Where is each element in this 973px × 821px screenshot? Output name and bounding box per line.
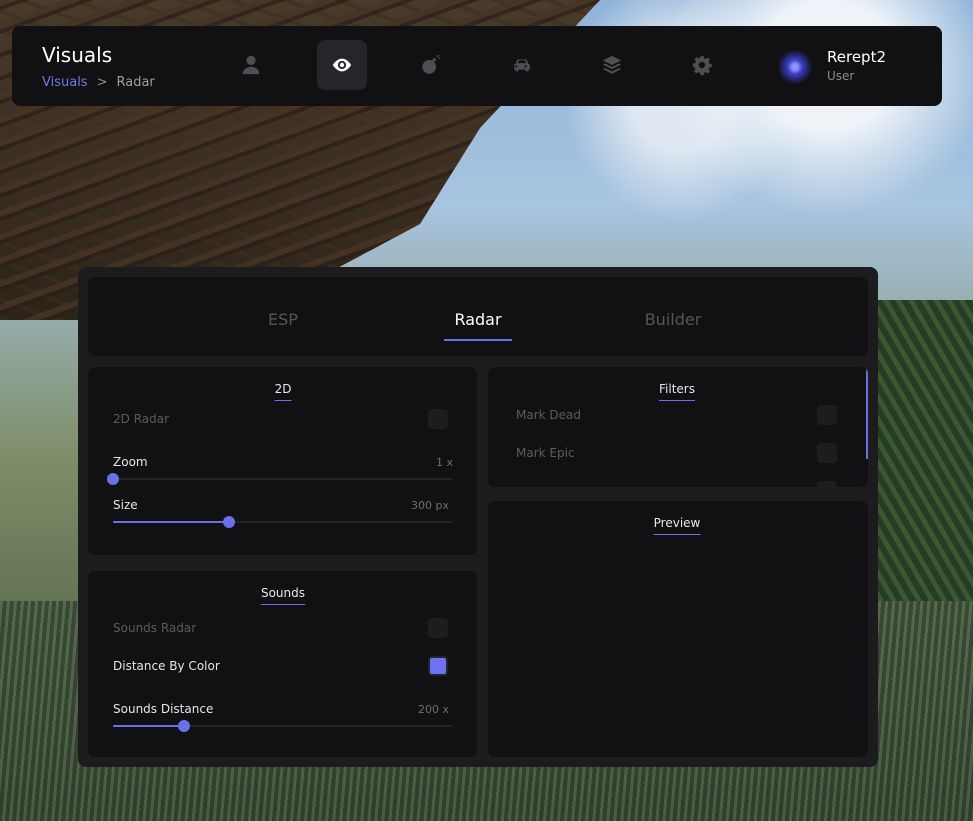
visuals-panel: ESP Radar Builder 2D 2D Radar Zoom 1 x S… bbox=[78, 267, 878, 767]
top-header: Visuals Visuals > Radar Rerept2 User bbox=[12, 26, 942, 106]
eye-icon bbox=[332, 58, 352, 72]
page-title: Visuals bbox=[42, 43, 113, 67]
zoom-value: 1 x bbox=[435, 456, 453, 469]
user-name: Rerept2 bbox=[827, 48, 886, 66]
preview-card: Preview bbox=[488, 501, 868, 757]
filter-checkbox-partial[interactable] bbox=[817, 481, 837, 487]
nav-vehicles-button[interactable] bbox=[497, 40, 547, 90]
zoom-slider[interactable] bbox=[107, 473, 453, 485]
tab-radar[interactable]: Radar bbox=[454, 310, 501, 329]
nav-weapons-button[interactable] bbox=[406, 40, 456, 90]
tab-builder[interactable]: Builder bbox=[645, 310, 702, 329]
user-icon bbox=[242, 55, 260, 75]
size-slider-thumb[interactable] bbox=[222, 516, 235, 528]
sounds-radar-checkbox[interactable] bbox=[428, 618, 448, 638]
active-tab-indicator bbox=[444, 339, 512, 341]
nav-profile-button[interactable] bbox=[226, 40, 276, 90]
size-slider-fill bbox=[113, 521, 229, 523]
distance-by-color-label: Distance By Color bbox=[113, 659, 220, 673]
filters-card: Filters Mark Dead Mark Epic bbox=[488, 367, 868, 487]
user-role: User bbox=[827, 69, 855, 83]
breadcrumb-current: Radar bbox=[116, 75, 155, 90]
sounds-card: Sounds Sounds Radar Distance By Color So… bbox=[88, 571, 477, 757]
nav-layers-button[interactable] bbox=[587, 40, 637, 90]
zoom-label: Zoom bbox=[113, 455, 148, 469]
mark-epic-label: Mark Epic bbox=[516, 446, 575, 460]
nav-settings-button[interactable] bbox=[677, 40, 727, 90]
bomb-icon bbox=[422, 55, 441, 74]
distance-by-color-checkbox[interactable] bbox=[428, 656, 448, 676]
sounds-distance-slider-fill bbox=[113, 725, 185, 727]
tab-esp[interactable]: ESP bbox=[268, 310, 298, 329]
size-slider[interactable] bbox=[113, 516, 453, 528]
card-title-filters: Filters bbox=[659, 382, 695, 401]
radar-2d-card: 2D 2D Radar Zoom 1 x Size 300 px bbox=[88, 367, 477, 555]
car-icon bbox=[514, 59, 530, 72]
mark-dead-checkbox[interactable] bbox=[817, 405, 837, 425]
gear-icon bbox=[692, 55, 712, 76]
card-title-sounds: Sounds bbox=[260, 586, 306, 605]
layers-icon bbox=[602, 55, 622, 74]
sounds-distance-label: Sounds Distance bbox=[113, 702, 214, 716]
avatar[interactable] bbox=[778, 50, 812, 84]
radar-2d-label: 2D Radar bbox=[113, 412, 170, 426]
mark-dead-label: Mark Dead bbox=[516, 408, 581, 422]
size-label: Size bbox=[113, 498, 138, 512]
zoom-slider-thumb[interactable] bbox=[107, 473, 119, 485]
sounds-distance-slider[interactable] bbox=[113, 720, 453, 732]
size-value: 300 px bbox=[411, 499, 449, 512]
nav-visuals-button[interactable] bbox=[317, 40, 367, 90]
mark-epic-checkbox[interactable] bbox=[817, 443, 837, 463]
breadcrumb-root[interactable]: Visuals bbox=[42, 75, 88, 90]
tab-bar: ESP Radar Builder bbox=[88, 277, 868, 356]
breadcrumb-separator: > bbox=[96, 75, 108, 90]
card-title-preview: Preview bbox=[653, 516, 701, 535]
breadcrumb: Visuals > Radar bbox=[42, 75, 155, 90]
sounds-radar-label: Sounds Radar bbox=[113, 621, 197, 635]
sounds-distance-value: 200 x bbox=[417, 703, 449, 716]
radar-2d-checkbox[interactable] bbox=[428, 409, 448, 429]
sounds-distance-slider-thumb[interactable] bbox=[178, 720, 191, 732]
filters-scrollbar[interactable] bbox=[866, 369, 868, 459]
card-title-2d: 2D bbox=[274, 382, 292, 401]
